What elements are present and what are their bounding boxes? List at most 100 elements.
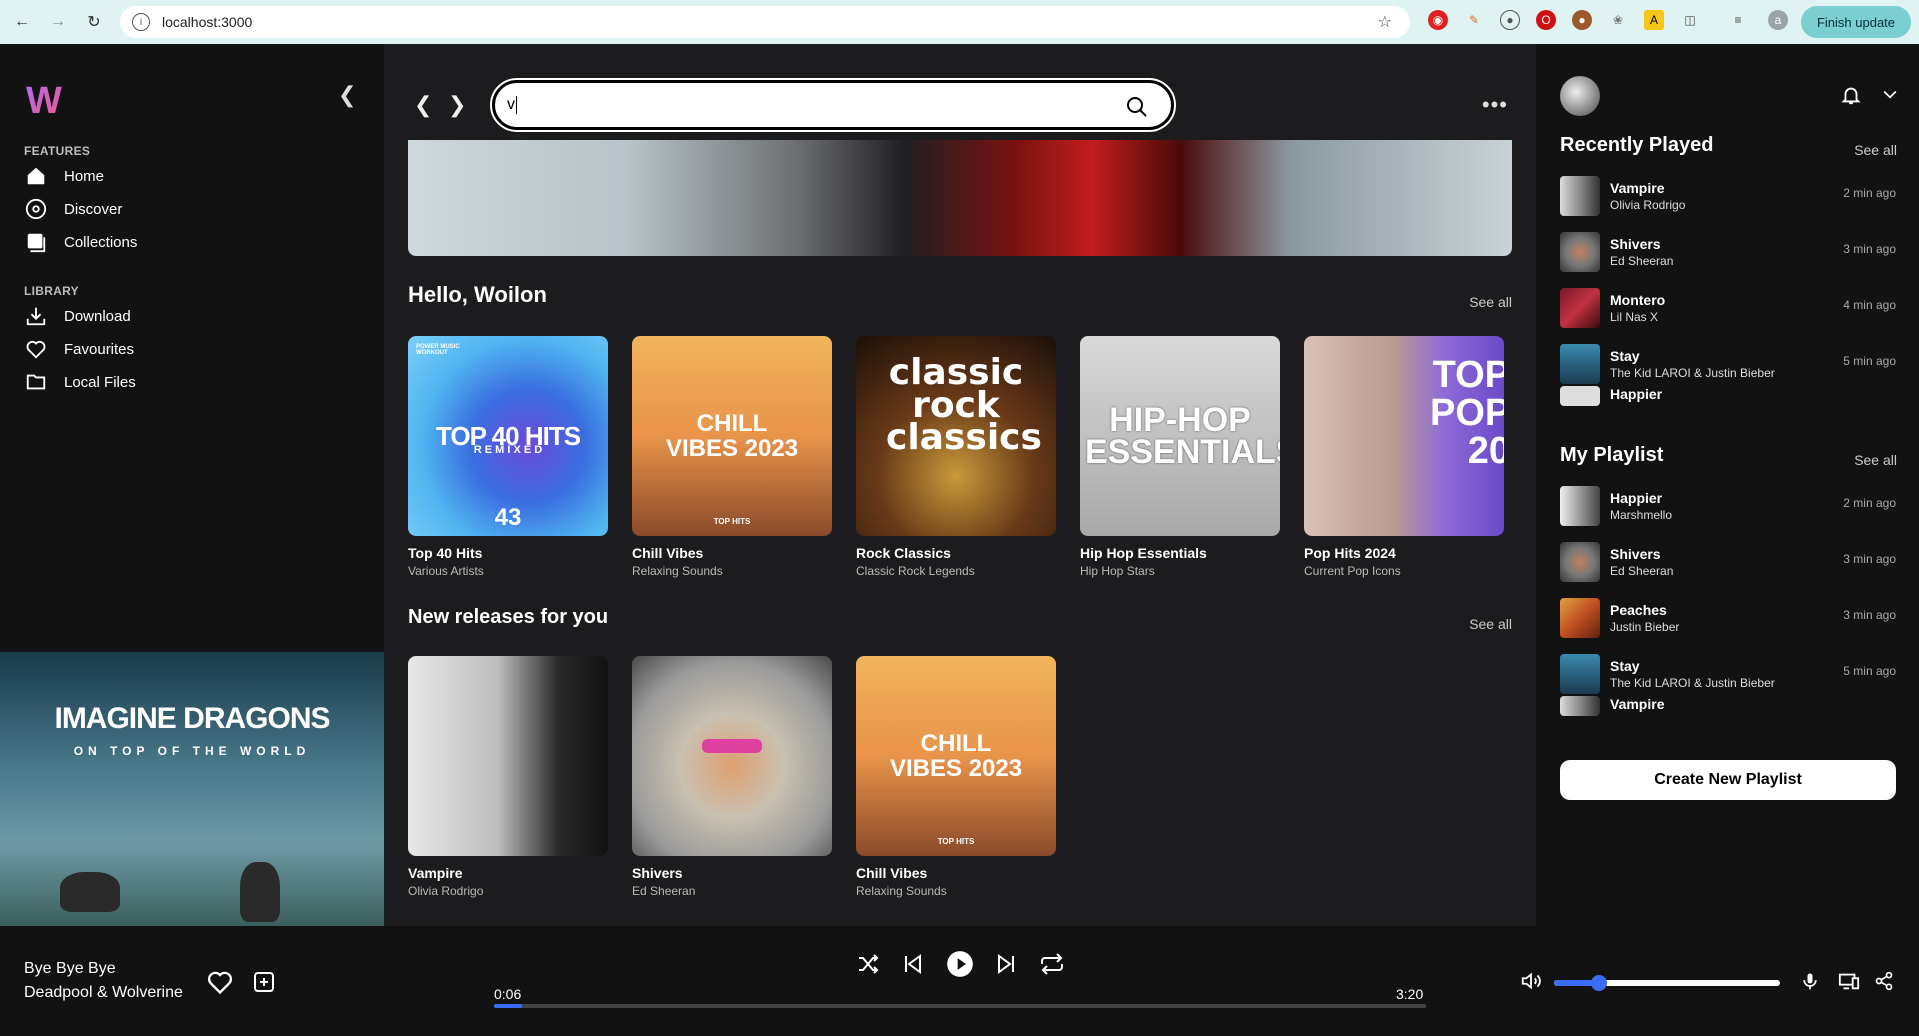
elapsed-time: 0:06 (494, 986, 522, 1002)
playlist-card[interactable]: POWER MUSIC WORKOUT TOP 40 HITS R E M I … (408, 336, 608, 578)
track-thumbnail (1560, 654, 1600, 694)
sidebar-item-home[interactable]: Home (24, 162, 104, 190)
main-content: ❮ ❯ v ••• Hello, Woilon See all POWER MU… (384, 44, 1536, 926)
playlist-card[interactable]: TOP POP 20 Pop Hits 2024 Current Pop Ico… (1304, 336, 1504, 578)
playlist-card[interactable]: HIP-HOP ESSENTIALS Hip Hop Essentials Hi… (1080, 336, 1280, 578)
forward-icon[interactable]: → (44, 8, 72, 36)
album-art (408, 656, 608, 856)
create-new-playlist-button[interactable]: Create New Playlist (1560, 760, 1896, 800)
bug-extension-icon[interactable]: ❀ (1608, 10, 1628, 30)
url-text: localhost:3000 (162, 14, 253, 30)
track-thumbnail (1560, 486, 1600, 526)
playlist-track-item[interactable]: Vampire (1560, 696, 1896, 720)
see-all-new-releases-link[interactable]: See all (1469, 616, 1512, 632)
next-track-icon[interactable] (994, 952, 1018, 976)
cookie-extension-icon[interactable]: ● (1572, 10, 1592, 30)
playlist-track-item[interactable]: Shivers Ed Sheeran 3 min ago (1560, 540, 1896, 584)
notification-bell-icon[interactable] (1840, 84, 1862, 111)
card-title: Rock Classics (856, 545, 951, 561)
app-logo[interactable]: W (26, 80, 62, 123)
chevron-down-icon[interactable] (1880, 84, 1900, 109)
sidebar-item-download[interactable]: Download (24, 302, 131, 330)
played-time: 4 min ago (1843, 298, 1896, 312)
track-artist: Lil Nas X (1610, 310, 1659, 324)
shuffle-icon[interactable] (856, 952, 880, 976)
recent-track-item[interactable]: Shivers Ed Sheeran 3 min ago (1560, 230, 1896, 274)
nav-back-icon[interactable]: ❮ (414, 92, 432, 118)
puzzle-extensions-icon[interactable]: ◫ (1680, 10, 1700, 30)
play-button[interactable] (946, 950, 974, 978)
card-title: Vampire (408, 865, 463, 881)
user-avatar[interactable] (1560, 76, 1600, 116)
track-title: Shivers (1610, 236, 1661, 252)
bookmark-star-icon[interactable]: ☆ (1378, 12, 1392, 32)
sidebar-item-local-files[interactable]: Local Files (24, 368, 136, 396)
profile-avatar[interactable]: a (1768, 10, 1788, 30)
compass-icon (24, 197, 48, 221)
track-title: Stay (1610, 348, 1640, 364)
playlist-track-item[interactable]: Peaches Justin Bieber 3 min ago (1560, 596, 1896, 640)
sidebar-item-label: Favourites (64, 340, 135, 358)
played-time: 2 min ago (1843, 496, 1896, 510)
card-subtitle: Ed Sheeran (632, 884, 696, 898)
sidebar-item-discover[interactable]: Discover (24, 195, 122, 223)
recent-track-item[interactable]: Montero Lil Nas X 4 min ago (1560, 286, 1896, 330)
card-subtitle: Relaxing Sounds (632, 564, 723, 578)
playlist-track-item[interactable]: Happier Marshmello 2 min ago (1560, 484, 1896, 528)
right-panel: Recently Played See all Vampire Olivia Ro… (1536, 44, 1919, 926)
new-releases-heading: New releases for you (408, 606, 609, 628)
my-playlist-heading: My Playlist (1560, 444, 1664, 466)
hero-banner[interactable] (408, 140, 1512, 256)
reload-icon[interactable]: ↻ (80, 8, 108, 36)
playlist-card[interactable]: classic rock classics Rock Classics Clas… (856, 336, 1056, 578)
back-icon[interactable]: ← (8, 8, 36, 36)
volume-slider[interactable] (1554, 975, 1780, 991)
pen-extension-icon[interactable]: ✎ (1464, 10, 1484, 30)
banner-subtitle: ON TOP OF THE WORLD (73, 744, 311, 758)
opera-extension-icon[interactable]: O (1536, 10, 1556, 30)
previous-track-icon[interactable] (901, 952, 925, 976)
track-title: Vampire (1610, 180, 1665, 196)
address-bar[interactable]: i localhost:3000 ☆ (120, 6, 1410, 38)
microphone-icon[interactable] (1800, 970, 1820, 992)
search-input[interactable]: v (490, 78, 1176, 132)
see-all-recent-link[interactable]: See all (1854, 142, 1897, 158)
sidebar-item-collections[interactable]: Collections (24, 228, 137, 256)
recent-track-item[interactable]: Vampire Olivia Rodrigo 2 min ago (1560, 174, 1896, 218)
see-all-featured-link[interactable]: See all (1469, 294, 1512, 310)
release-card[interactable]: CHILL VIBES 2023 TOP HITS Chill Vibes Re… (856, 656, 1056, 898)
banner-title: IMAGINE DRAGONS (54, 702, 330, 735)
volume-icon[interactable] (1520, 970, 1542, 992)
playlist-card[interactable]: CHILL VIBES 2023 TOP HITS Chill Vibes Re… (632, 336, 832, 578)
media-controls-icon[interactable]: ≡ (1728, 10, 1748, 30)
site-info-icon[interactable]: i (132, 13, 150, 31)
like-heart-icon[interactable] (206, 968, 234, 996)
played-time: 3 min ago (1843, 608, 1896, 622)
recent-track-item[interactable]: Happier (1560, 386, 1896, 410)
release-card[interactable]: Vampire Olivia Rodrigo (408, 656, 608, 898)
more-options-icon[interactable]: ••• (1482, 92, 1508, 118)
playlist-track-item[interactable]: Stay The Kid LAROI & Justin Bieber 5 min … (1560, 652, 1896, 696)
share-icon[interactable] (1874, 970, 1894, 992)
now-playing-album-banner: IMAGINE DRAGONS ON TOP OF THE WORLD (0, 652, 384, 926)
sidebar-item-favourites[interactable]: Favourites (24, 335, 134, 363)
connect-device-icon[interactable] (1838, 970, 1860, 992)
played-time: 2 min ago (1843, 186, 1896, 200)
extension-icon[interactable]: ● (1500, 10, 1520, 30)
collapse-sidebar-icon[interactable]: ❮ (338, 82, 356, 108)
nav-forward-icon[interactable]: ❯ (448, 92, 466, 118)
finish-update-button[interactable]: Finish update (1801, 6, 1911, 38)
add-to-playlist-icon[interactable] (252, 970, 276, 994)
search-icon[interactable] (1125, 95, 1149, 124)
a-extension-icon[interactable]: A (1644, 10, 1664, 30)
release-card[interactable]: Shivers Ed Sheeran (632, 656, 832, 898)
card-title: Chill Vibes (632, 545, 704, 561)
volume-knob[interactable] (1591, 975, 1608, 991)
adblock-extension-icon[interactable]: ◉ (1428, 10, 1448, 30)
track-thumbnail (1560, 696, 1600, 716)
progress-bar[interactable] (494, 1004, 1426, 1008)
track-thumbnail (1560, 288, 1600, 328)
see-all-playlist-link[interactable]: See all (1854, 452, 1897, 468)
recent-track-item[interactable]: Stay The Kid LAROI & Justin Bieber 5 min … (1560, 342, 1896, 386)
repeat-icon[interactable] (1038, 952, 1066, 976)
